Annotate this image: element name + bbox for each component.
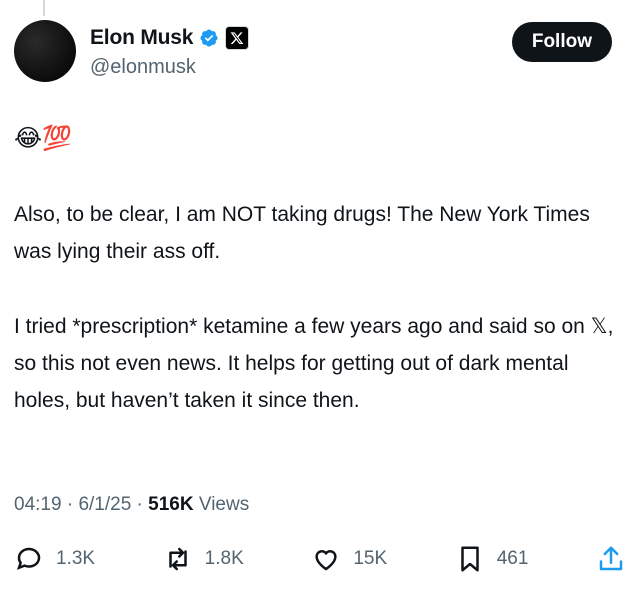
bookmark-icon [460, 546, 479, 572]
like-count: 15K [353, 548, 388, 569]
user-handle[interactable]: @elonmusk [90, 56, 196, 79]
reply-icon [16, 547, 41, 570]
bookmark-button[interactable]: 461 [455, 544, 529, 574]
views-label: Views [198, 494, 250, 515]
verified-icon [200, 29, 218, 47]
repost-button[interactable]: 1.8K [163, 544, 244, 574]
follow-button[interactable]: Follow [511, 22, 612, 62]
display-name[interactable]: Elon Musk [90, 26, 193, 50]
emoji-line: 😂💯 [14, 125, 72, 152]
name-row: Elon Musk [90, 26, 250, 50]
action-bar: 1.3K 1.8K 15K 461 [14, 538, 626, 580]
tweet-header: Elon Musk @elonmusk Follow [14, 20, 612, 88]
reply-count: 1.3K [56, 548, 96, 569]
meta-separator: · [66, 494, 74, 515]
repost-count: 1.8K [204, 548, 244, 569]
tweet-body: 😂💯 Also, to be clear, I am NOT taking dr… [14, 120, 628, 412]
meta-separator: · [136, 494, 143, 515]
tweet-meta: 04:19 · 6/1/25 · 516K Views [14, 494, 249, 516]
tweet-time[interactable]: 04:19 [14, 494, 62, 515]
share-button[interactable] [596, 544, 626, 574]
tweet-date[interactable]: 6/1/25 [78, 494, 131, 515]
repost-icon [168, 547, 187, 571]
reply-button[interactable]: 1.3K [14, 544, 95, 574]
tweet-paragraph-2: I tried *prescription* ketamine a few ye… [14, 315, 614, 412]
x-logo-icon[interactable] [225, 26, 250, 50]
bookmark-count: 461 [496, 548, 529, 569]
like-icon [315, 550, 337, 571]
tweet-paragraph-1: Also, to be clear, I am NOT taking drugs… [14, 203, 590, 263]
views-count: 516K [148, 494, 194, 515]
avatar[interactable] [14, 20, 76, 82]
thread-connector-line [43, 0, 45, 16]
like-button[interactable]: 15K [311, 544, 387, 574]
share-icon [599, 546, 623, 571]
